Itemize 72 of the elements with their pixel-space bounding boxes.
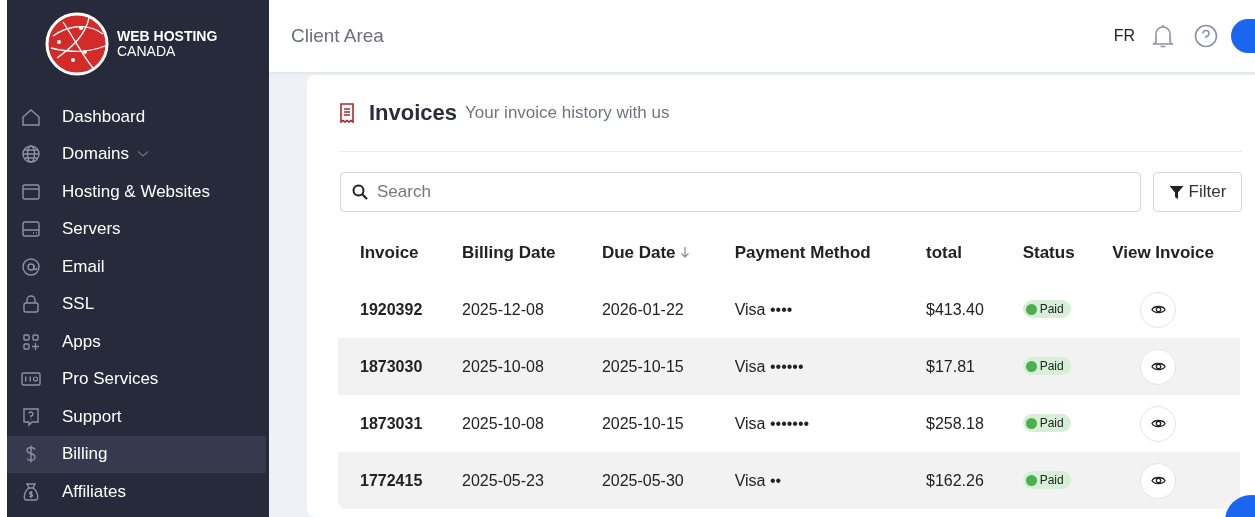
sidebar-item[interactable]: Domains: [7, 135, 266, 173]
status-badge: Paid: [1022, 357, 1071, 376]
avatar[interactable]: [1231, 19, 1255, 53]
page-subtitle: Your invoice history with us: [465, 103, 670, 123]
view-button[interactable]: [1140, 291, 1177, 328]
sidebar-item[interactable]: Apps: [7, 323, 266, 361]
status-badge: Paid: [1022, 471, 1071, 490]
table-cell: 1772415: [338, 452, 441, 509]
search-icon: [352, 184, 368, 200]
status-badge: Paid: [1022, 300, 1071, 319]
server-icon: [21, 219, 41, 240]
money-bag-icon: [21, 481, 41, 502]
table-cell: 2025-12-08: [440, 281, 580, 338]
filter-button[interactable]: Filter: [1153, 172, 1242, 212]
column-header: Invoice: [359, 241, 420, 264]
table-cell: 1873031: [338, 395, 441, 452]
status-badge: Paid: [1022, 414, 1071, 433]
sidebar-item[interactable]: Support: [7, 398, 266, 436]
question-bubble-icon: [21, 406, 41, 427]
column-header: View Invoice: [1111, 241, 1215, 264]
sidebar-item[interactable]: SSL: [7, 285, 266, 323]
table-cell: 2025-10-15: [579, 395, 713, 452]
table-cell: 2025-10-08: [440, 338, 580, 395]
help-icon[interactable]: [1194, 24, 1218, 48]
table-cell: Visa ••••: [712, 281, 904, 338]
table-cell: 2025-10-15: [579, 338, 713, 395]
table-cell: $162.26: [904, 452, 1001, 509]
receipt-icon: [340, 103, 354, 123]
column-header: total: [925, 241, 963, 264]
logo-text: WEB HOSTING: [117, 29, 218, 44]
globe-icon: [21, 144, 41, 165]
column-header: Billing Date: [461, 241, 557, 264]
sidebar-item[interactable]: Pro Services: [7, 360, 266, 398]
funnel-icon: [1168, 184, 1184, 200]
bell-icon[interactable]: [1151, 23, 1175, 49]
eye-icon: [1150, 475, 1166, 486]
table-cell: 2025-10-08: [440, 395, 580, 452]
page-title: Invoices: [369, 100, 458, 126]
table-cell: Visa •••••••: [712, 395, 904, 452]
column-header: Due Date: [579, 224, 713, 281]
eye-icon: [1150, 418, 1166, 429]
sidebar-item[interactable]: Affiliates: [7, 473, 266, 511]
eye-icon: [1150, 361, 1166, 372]
sidebar-item[interactable]: Billing: [7, 435, 266, 473]
globe-logo-icon: [45, 12, 109, 76]
table-cell: 2026-01-22: [579, 281, 713, 338]
padlock-icon: [21, 294, 41, 315]
sidebar-item[interactable]: Email: [7, 248, 266, 286]
table-cell: $258.18: [904, 395, 1001, 452]
table-cell: 2025-05-30: [579, 452, 713, 509]
sidebar-item[interactable]: Servers: [7, 210, 266, 248]
table-cell: $413.40: [904, 281, 1001, 338]
language-code: FR: [1113, 27, 1135, 45]
apps-grid-icon: [21, 331, 41, 352]
search-field[interactable]: Search: [340, 172, 1141, 212]
at-sign-icon: [21, 256, 41, 277]
table-cell: $17.81: [904, 338, 1001, 395]
column-header: Status: [1021, 241, 1076, 264]
home-icon: [21, 106, 41, 127]
table-cell: 2025-05-23: [440, 452, 580, 509]
table-cell: Visa ••: [712, 452, 904, 509]
logo-subtext: CANADA: [117, 44, 177, 59]
page-header-title: Client Area: [291, 25, 385, 47]
column-header: Payment Method: [733, 241, 872, 264]
table-cell: 1920392: [338, 281, 441, 338]
table-cell: 1873030: [338, 338, 441, 395]
sidebar-item[interactable]: Dashboard: [7, 98, 266, 136]
table-cell: Visa ••••••: [712, 338, 904, 395]
sidebar-item[interactable]: Hosting & Websites: [7, 173, 266, 211]
view-button[interactable]: [1140, 405, 1177, 442]
eye-icon: [1150, 304, 1166, 315]
browser-window-icon: [21, 181, 41, 202]
